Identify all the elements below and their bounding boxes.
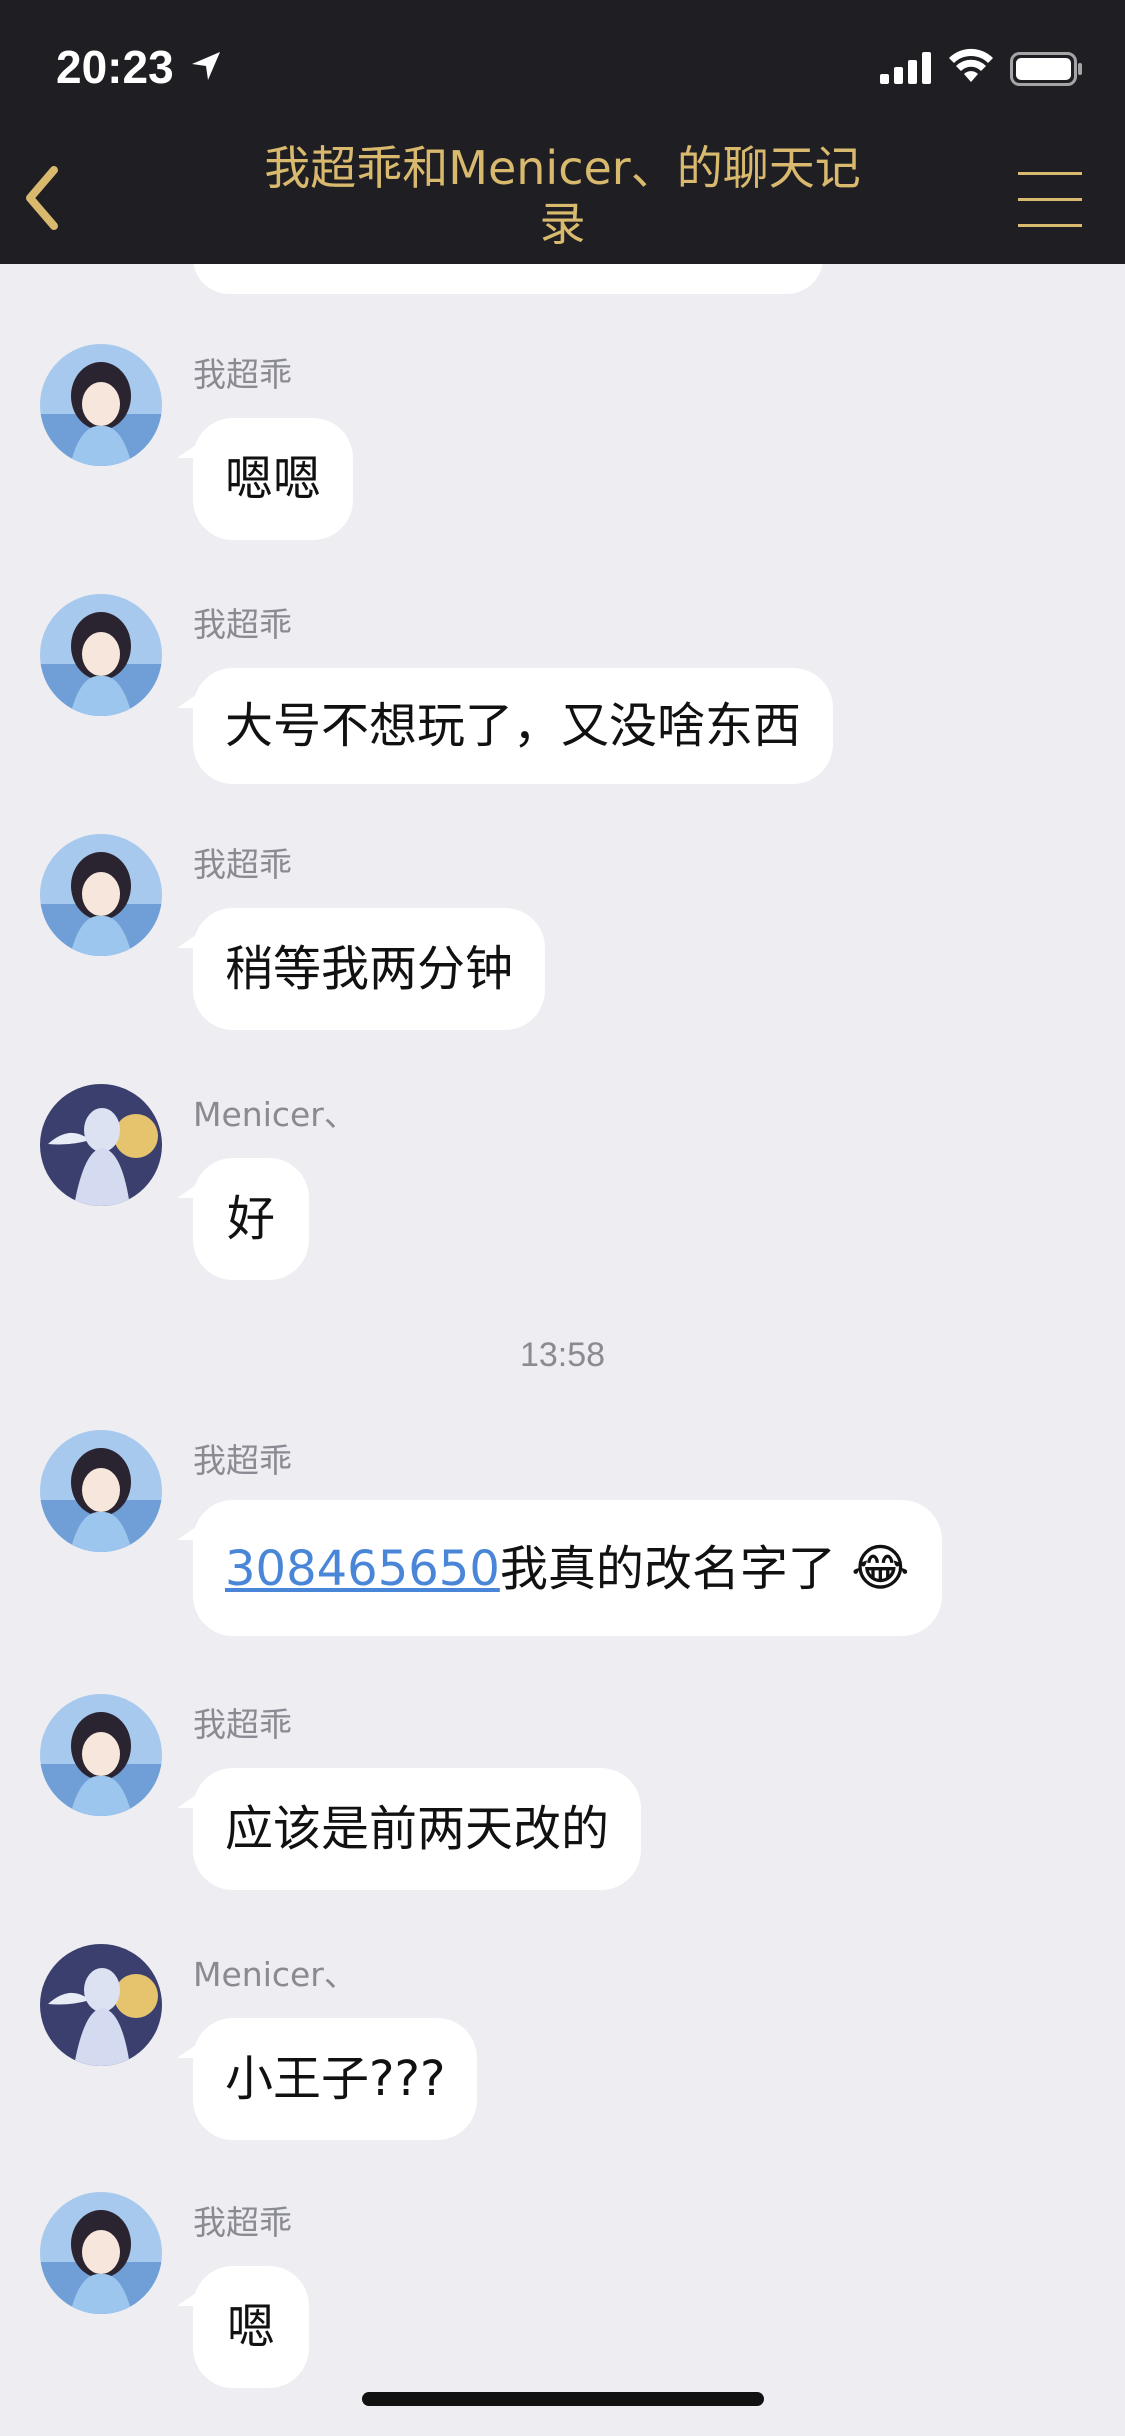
sender-name: 我超乖 [193,1705,292,1744]
avatar[interactable] [40,1694,162,1816]
message-bubble[interactable]: 嗯 [176,2266,310,2388]
message-text: 我真的改名字了 [499,1541,836,1597]
sender-name: 我超乖 [193,355,292,394]
sender-name: 我超乖 [193,1441,292,1480]
wifi-icon [949,48,993,82]
location-arrow-icon [192,52,220,80]
message-bubble[interactable]: 好 [176,1158,310,1280]
laughing-emoji-icon: 😂 [851,1539,910,1597]
avatar[interactable] [40,2192,162,2314]
avatar[interactable] [40,1084,162,1206]
message-text: 大号不想玩了，又没啥东西 [225,698,802,754]
chat-area[interactable]: 我超乖 嗯嗯 我超乖 大号不想玩了，又没啥东西 我超乖 稍等我两分钟 Menic… [0,264,1125,2436]
battery-icon [1010,52,1082,86]
signal-icon [880,52,931,84]
message-bubble[interactable]: 小王子??? [176,2018,478,2140]
avatar[interactable] [40,1944,162,2066]
message-bubble[interactable]: 应该是前两天改的 [176,1768,642,1890]
sender-name: Menicer、 [193,1955,357,1994]
status-time: 20:23 [56,41,174,93]
qq-number-link[interactable]: 308465650 [225,1541,500,1597]
message-bubble[interactable]: 308465650我真的改名字了 😂 [177,1500,942,1636]
sender-name: 我超乖 [193,605,292,644]
message-text: 稍等我两分钟 [225,941,514,997]
avatar[interactable] [40,834,162,956]
avatar[interactable] [40,594,162,716]
chat-timestamp: 13:58 [519,1336,606,1374]
avatar[interactable] [40,344,162,466]
message-text: 应该是前两天改的 [225,1801,610,1857]
message-bubble[interactable]: 稍等我两分钟 [176,908,546,1030]
sender-name: 我超乖 [193,2203,292,2242]
home-indicator[interactable] [362,2392,764,2406]
status-bar: 20:23 [0,0,1125,128]
nav-bar: 我超乖和Menicer、的聊天记录 [0,128,1125,264]
sender-name: 我超乖 [193,845,292,884]
message-bubble[interactable]: 嗯嗯 [176,418,354,540]
back-chevron-icon[interactable] [10,158,80,238]
avatar[interactable] [40,1430,162,1552]
message-text: 嗯嗯 [225,451,322,507]
message-bubble-partial [193,264,823,294]
sender-name: Menicer、 [193,1095,357,1134]
message-text: 小王子??? [225,2051,446,2107]
message-text: 好 [227,1191,276,1247]
page-title: 我超乖和Menicer、的聊天记录 [264,141,861,251]
menu-icon[interactable] [1010,170,1090,230]
message-bubble[interactable]: 大号不想玩了，又没啥东西 [176,668,834,784]
message-text: 嗯 [227,2299,276,2355]
